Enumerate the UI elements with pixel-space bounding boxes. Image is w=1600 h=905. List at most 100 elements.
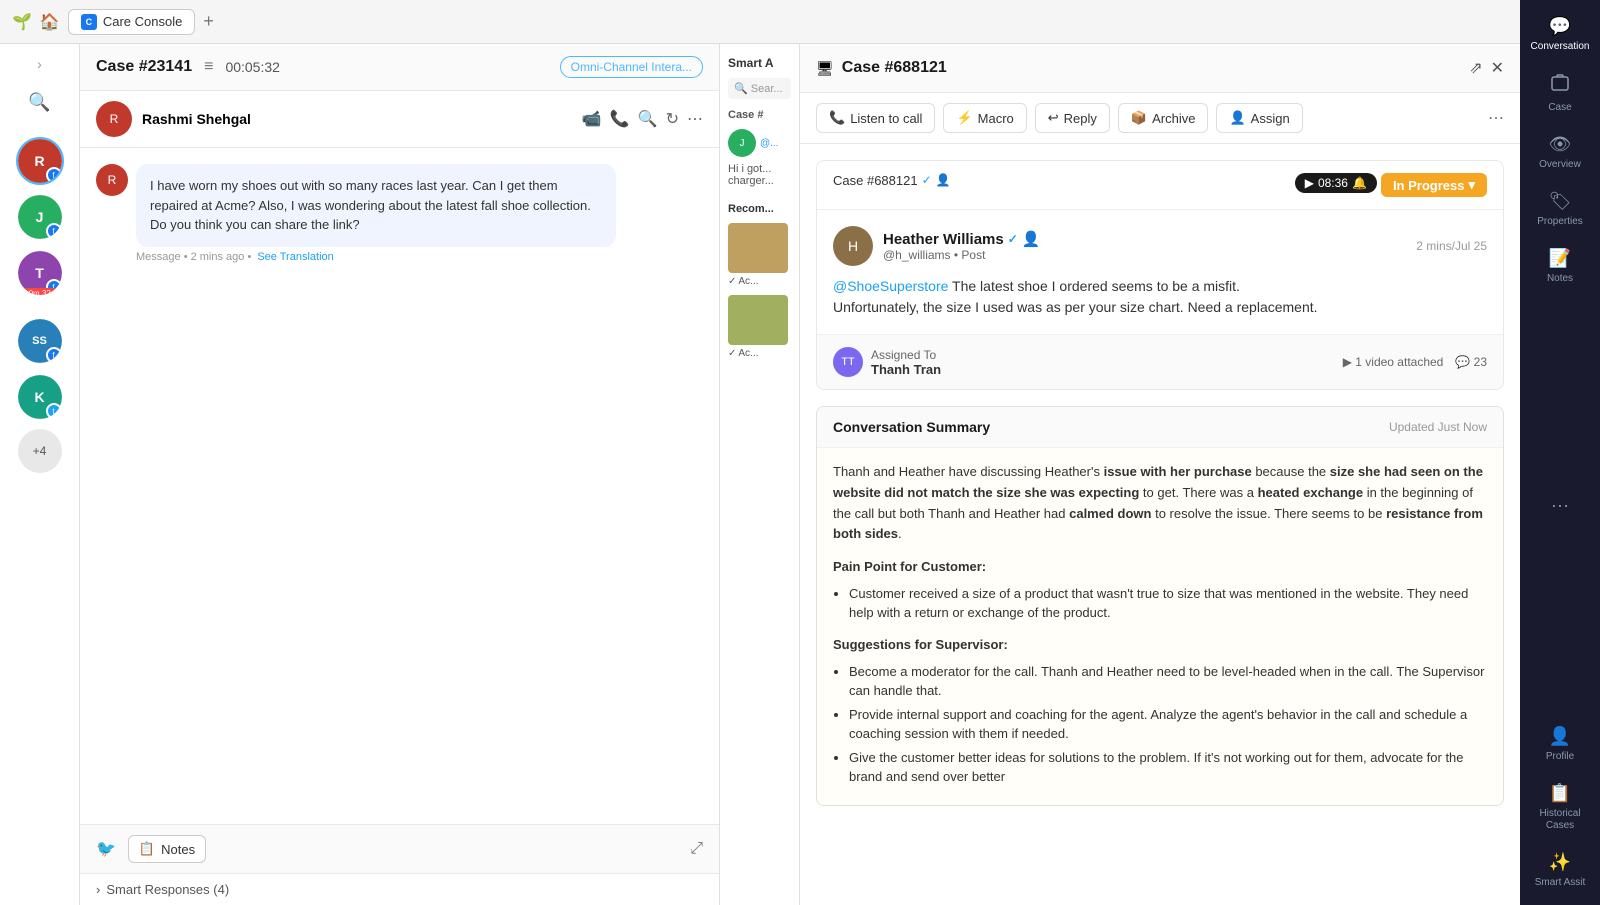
search-chat-icon[interactable]: 🔍 — [638, 109, 658, 129]
sidebar-item-properties[interactable]: 🏷 Properties — [1520, 183, 1600, 236]
chat-timer: 00:05:32 — [225, 59, 280, 75]
phone-icon[interactable]: 📞 — [610, 109, 630, 129]
sidebar-item-more[interactable]: ··· — [1520, 487, 1600, 524]
avatar-ss[interactable]: SS f — [16, 317, 64, 365]
recommend-action-1[interactable]: ✓Ac... — [728, 276, 791, 287]
summary-intro: Thanh and Heather have discussing Heathe… — [833, 462, 1487, 545]
browser-tab[interactable]: C Care Console — [68, 9, 196, 35]
supervisor-section: Suggestions for Supervisor: Become a mod… — [833, 635, 1487, 787]
customer-agent-icon: 👤 — [1022, 230, 1041, 248]
conversation-icon: 💬 — [1549, 16, 1571, 37]
home-icon[interactable]: 🏠 — [40, 12, 60, 32]
pain-point-section: Pain Point for Customer: Customer receiv… — [833, 557, 1487, 623]
pain-point-item: Customer received a size of a product th… — [849, 584, 1487, 623]
avatar-t[interactable]: T f 10m 32s — [16, 249, 64, 297]
post-text-2: Unfortunately, the size I used was as pe… — [833, 299, 1318, 315]
smart-message-preview: Hi i got...charger... — [728, 163, 791, 187]
smart-assist-icon: ✨ — [1549, 852, 1571, 873]
timer-badge: ▶ 08:36 🔔 — [1295, 173, 1377, 193]
chat-panel: Case #23141 ≡ 00:05:32 Omni-Channel Inte… — [80, 44, 720, 905]
assigned-avatar: TT — [833, 347, 863, 377]
supervisor-item-2: Provide internal support and coaching fo… — [849, 705, 1487, 744]
video-icon[interactable]: 📹 — [582, 109, 602, 129]
add-tab-button[interactable]: + — [203, 11, 214, 32]
sidebar-item-smart-assist[interactable]: ✨ Smart Assit — [1520, 844, 1600, 897]
sidebar-item-notes[interactable]: 📝 Notes — [1520, 240, 1600, 293]
customer-name: Heather Williams ✓ 👤 — [883, 230, 1041, 248]
case-toolbar: 📞 Listen to call ⚡ Macro ↩ Reply 📦 Archi… — [800, 93, 1520, 144]
recommend-thumb-2 — [728, 295, 788, 345]
assign-icon: 👤 — [1229, 110, 1245, 126]
status-badge[interactable]: In Progress ▾ — [1381, 173, 1487, 197]
macro-icon: ⚡ — [956, 110, 972, 126]
recommend-action-2[interactable]: ✓Ac... — [728, 348, 791, 359]
expand-icon[interactable]: ⤢ — [690, 840, 703, 858]
sidebar-item-conversation[interactable]: 💬 Conversation — [1520, 8, 1600, 61]
collapse-panel-icon[interactable]: › — [33, 52, 46, 76]
more-avatars[interactable]: +4 — [18, 429, 62, 473]
avatar-rashmi[interactable]: R f — [16, 137, 64, 185]
smart-assist-panel: Smart A 🔍 Sear... Case # J @... Hi i got… — [720, 44, 800, 905]
timer-value: 08:36 — [1318, 176, 1348, 190]
verified-icon: ✓ — [922, 173, 932, 187]
comment-count: 💬 23 — [1455, 355, 1487, 369]
chat-menu-icon[interactable]: ≡ — [204, 58, 213, 76]
case-label: Case — [1548, 102, 1571, 114]
reply-button[interactable]: ↩ Reply — [1035, 103, 1110, 133]
conversation-card: Case #688121 ✓ 👤 ▶ 08:36 🔔 In Progress ▾ — [816, 160, 1504, 390]
see-translation-link[interactable]: See Translation — [257, 251, 333, 263]
pain-point-title: Pain Point for Customer: — [833, 557, 1487, 578]
supervisor-item-1: Become a moderator for the call. Thanh a… — [849, 662, 1487, 701]
case-panel-actions: ⇗ ✕ — [1469, 58, 1504, 78]
more-dots: ··· — [1551, 495, 1569, 516]
sidebar-item-historical-cases[interactable]: 📋 Historical Cases — [1520, 775, 1600, 840]
avatar-j[interactable]: J f — [16, 193, 64, 241]
assigned-to-label: Assigned To — [871, 348, 941, 362]
notes-button[interactable]: 📋 Notes — [128, 835, 206, 863]
avatar-k[interactable]: K t — [16, 373, 64, 421]
channel-badge: Omni-Channel Intera... — [560, 56, 703, 78]
case-title: Case #688121 — [842, 59, 1461, 77]
overview-label: Overview — [1539, 159, 1581, 171]
smart-assist-case-label: Case # — [728, 109, 791, 121]
toolbar-more-icon[interactable]: ⋯ — [1488, 108, 1504, 128]
chat-messages: R I have worn my shoes out with so many … — [80, 148, 719, 824]
properties-label: Properties — [1537, 216, 1583, 228]
twitter-badge: t — [46, 403, 62, 419]
sidebar-item-profile[interactable]: 👤 Profile — [1520, 718, 1600, 771]
pain-point-list: Customer received a size of a product th… — [833, 584, 1487, 623]
supervisor-title: Suggestions for Supervisor: — [833, 635, 1487, 656]
case-content: Case #688121 ✓ 👤 ▶ 08:36 🔔 In Progress ▾ — [800, 144, 1520, 905]
left-panel: › 🔍 R f J f T f 10m 32s SS f K — [0, 44, 80, 905]
sidebar-item-overview[interactable]: 👁 Overview — [1520, 126, 1600, 179]
search-icon[interactable]: 🔍 — [20, 84, 58, 121]
sidebar-item-case[interactable]: Case — [1520, 65, 1600, 122]
chevron-right-icon: › — [96, 882, 100, 897]
conv-case-label: Case #688121 — [833, 173, 918, 188]
chat-user-avatar: R — [96, 101, 132, 137]
customer-avatar: H — [833, 226, 873, 266]
more-options-icon[interactable]: ⋯ — [687, 109, 703, 129]
archive-icon: 📦 — [1131, 110, 1147, 126]
message-avatar: R — [96, 164, 128, 196]
listen-to-call-button[interactable]: 📞 Listen to call — [816, 103, 935, 133]
refresh-icon[interactable]: ↻ — [666, 109, 679, 129]
assigned-name: Thanh Tran — [871, 362, 941, 377]
case-panel-header: 🖥 Case #688121 ⇗ ✕ — [800, 44, 1520, 93]
smart-responses[interactable]: › Smart Responses (4) — [80, 873, 719, 905]
twitter-icon: 🐦 — [96, 839, 116, 859]
recommend-thumb-1 — [728, 223, 788, 273]
close-icon[interactable]: ✕ — [1491, 58, 1504, 78]
archive-button[interactable]: 📦 Archive — [1118, 103, 1209, 133]
macro-button[interactable]: ⚡ Macro — [943, 103, 1026, 133]
assign-button[interactable]: 👤 Assign — [1216, 103, 1302, 133]
brand-mention: @ShoeSuperstore — [833, 278, 948, 294]
post-text-1: The latest shoe I ordered seems to be a … — [952, 278, 1240, 294]
share-icon[interactable]: ⇗ — [1469, 58, 1482, 78]
notes-label: Notes — [1547, 273, 1573, 285]
customer-info: H Heather Williams ✓ 👤 @h_williams • — [833, 226, 1487, 266]
reply-icon: ↩ — [1048, 110, 1059, 126]
smart-assist-search[interactable]: 🔍 Sear... — [728, 78, 791, 99]
chat-header: Case #23141 ≡ 00:05:32 Omni-Channel Inte… — [80, 44, 719, 91]
conv-header: Case #688121 ✓ 👤 ▶ 08:36 🔔 In Progress ▾ — [817, 161, 1503, 209]
